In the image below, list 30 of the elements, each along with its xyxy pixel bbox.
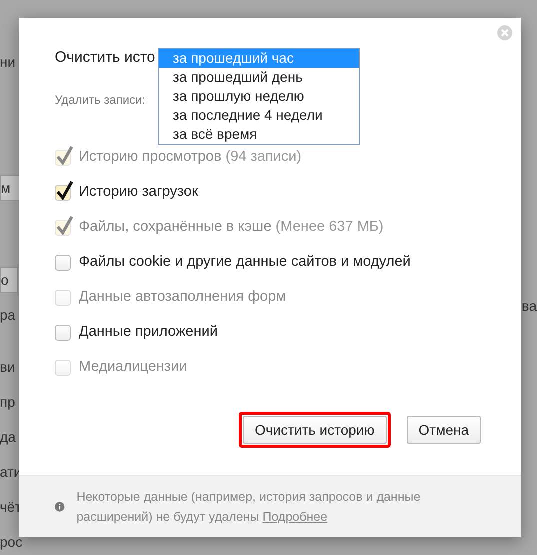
info-icon [55,500,65,514]
dropdown-option[interactable]: за прошлую неделю [159,87,359,106]
page-text: ра [0,306,16,325]
close-icon[interactable] [497,25,513,41]
dropdown-option[interactable]: за последние 4 недели [159,106,359,125]
checkbox-label: Файлы, сохранённые в кэше (Менее 637 МБ) [79,218,384,238]
checkbox-label: Медиалицензии [79,358,188,378]
page-text: пр [0,393,16,412]
page-button[interactable]: м [0,175,20,201]
period-label: Удалить записи: [55,92,146,108]
checkbox-label: Файлы cookie и другие данные сайтов и модулей [79,253,411,272]
page-text: рос [0,533,23,552]
dropdown-option[interactable]: за всё время [159,125,359,144]
page-text: ни [0,53,16,72]
checkbox-label: Данные автозаполнения форм [79,288,286,308]
page-text: ва [522,297,537,316]
checkbox[interactable] [55,255,71,271]
page-text: чёт [0,498,22,517]
cancel-button[interactable]: Отмена [406,416,481,444]
clear-history-button[interactable]: Очистить историю [242,416,387,444]
checkbox-label: Данные приложений [79,323,218,342]
checkbox[interactable] [55,325,71,341]
dropdown-option[interactable]: за прошедший день [159,68,359,87]
dialog-title: Очистить исто [55,48,156,68]
page-button[interactable]: о [0,267,18,293]
page-text: да [0,428,16,447]
checkbox-label: Историю загрузок [79,183,198,202]
page-text: ви [0,358,16,377]
checkbox-label: Историю просмотров (94 записи) [79,148,302,168]
footer-note: Некоторые данные (например, история запросов и данные расширений) не будут удалены Подробнее [76,488,422,526]
